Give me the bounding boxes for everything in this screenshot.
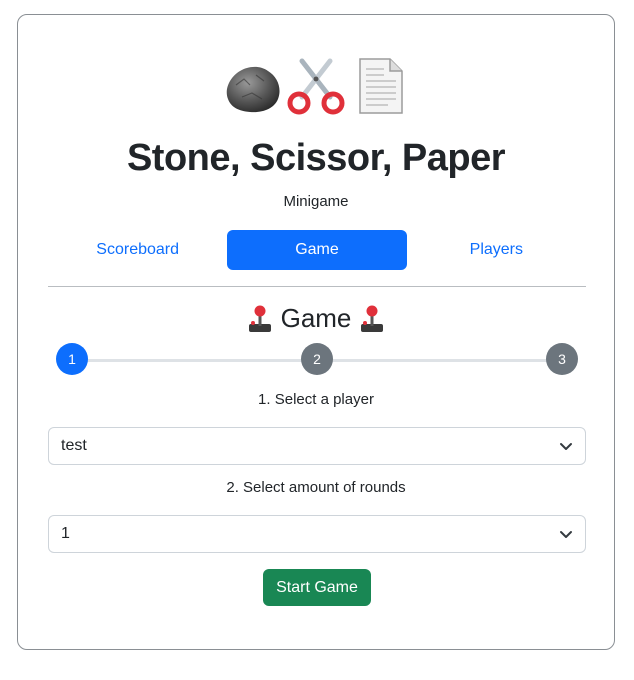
progress-stepper: 1 2 3 bbox=[56, 343, 578, 377]
start-game-button[interactable]: Start Game bbox=[263, 569, 371, 606]
section-title: Game bbox=[18, 303, 614, 334]
tab-game[interactable]: Game bbox=[227, 230, 407, 270]
chevron-down-icon bbox=[560, 443, 572, 450]
rock-icon bbox=[222, 55, 282, 117]
joystick-icon bbox=[361, 305, 384, 332]
step-2[interactable]: 2 bbox=[301, 343, 333, 375]
scissors-icon bbox=[286, 55, 346, 117]
player-select-value: test bbox=[61, 437, 87, 454]
step-3[interactable]: 3 bbox=[546, 343, 578, 375]
step-1[interactable]: 1 bbox=[56, 343, 88, 375]
joystick-icon bbox=[248, 305, 271, 332]
paper-icon bbox=[350, 55, 410, 117]
game-card: Stone, Scissor, Paper Minigame Scoreboar… bbox=[17, 14, 615, 650]
section-title-text: Game bbox=[280, 303, 352, 333]
player-select[interactable]: test bbox=[48, 427, 586, 465]
page-subtitle: Minigame bbox=[283, 193, 349, 210]
player-select-label: 1. Select a player bbox=[258, 391, 374, 408]
divider bbox=[48, 286, 586, 287]
rounds-select-label: 2. Select amount of rounds bbox=[226, 479, 406, 496]
rounds-select-value: 1 bbox=[61, 525, 70, 542]
page-title: Stone, Scissor, Paper bbox=[126, 137, 506, 179]
main-nav: Scoreboard Game Players bbox=[48, 230, 586, 270]
hero-icons bbox=[18, 55, 614, 123]
chevron-down-icon bbox=[560, 531, 572, 538]
tab-scoreboard[interactable]: Scoreboard bbox=[48, 230, 227, 270]
rounds-select[interactable]: 1 bbox=[48, 515, 586, 553]
tab-players[interactable]: Players bbox=[407, 230, 586, 270]
